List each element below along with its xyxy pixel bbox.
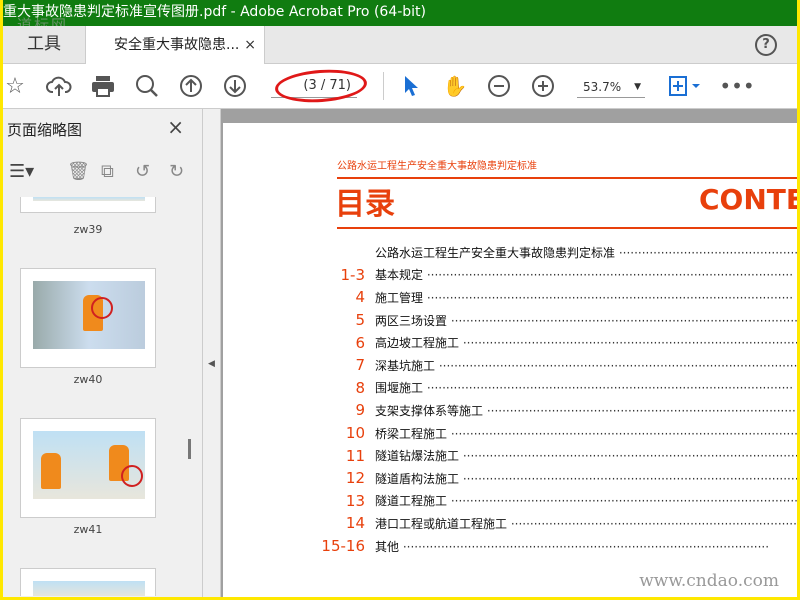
- options-menu-icon[interactable]: ☰▾: [9, 161, 34, 182]
- toc-title: 高边坡工程施工: [375, 334, 797, 351]
- toc-title: 围堰施工: [375, 379, 797, 396]
- toc-entry[interactable]: 公路水运工程生产安全重大事故隐患判定标准: [313, 241, 797, 264]
- rotate-left-icon[interactable]: ↺: [135, 161, 150, 182]
- print-icon[interactable]: [89, 72, 117, 100]
- toc-entry[interactable]: 9 支架支撑体系等施工: [313, 399, 797, 422]
- zoom-in-icon[interactable]: [529, 72, 557, 100]
- divider: [337, 177, 797, 179]
- toc-page-number: 5: [355, 311, 365, 330]
- next-page-icon[interactable]: [221, 72, 249, 100]
- extract-page-icon[interactable]: ⧉: [101, 161, 114, 182]
- tab-tools[interactable]: 工具: [3, 26, 85, 64]
- toc-page-number: 9: [355, 401, 365, 420]
- toolbar-divider: [383, 72, 384, 100]
- toc-title: 隧道盾构法施工: [375, 470, 797, 487]
- toc-title: 其他: [375, 538, 797, 555]
- toc-page-number: 6: [355, 333, 365, 352]
- toc-entry[interactable]: 1-3 基本规定: [313, 264, 797, 287]
- toc-page-number: 4: [355, 288, 365, 307]
- page-subtitle: 公路水运工程生产安全重大事故隐患判定标准: [337, 161, 537, 172]
- toc-entry[interactable]: 7 深基坑施工: [313, 354, 797, 377]
- toc-entry[interactable]: 6 高边坡工程施工: [313, 331, 797, 354]
- zoom-search-icon[interactable]: [133, 72, 161, 100]
- tab-bar: 工具 安全重大事故隐患... × ?: [3, 26, 797, 65]
- table-of-contents: 公路水运工程生产安全重大事故隐患判定标准 1-3 基本规定 4 施工管理 5 两区三场设置 6…: [313, 241, 797, 557]
- star-icon[interactable]: ☆: [3, 72, 29, 100]
- toolbar: ☆ (3 / 71) ✋ 53.7% ▼ •••: [3, 64, 797, 109]
- toc-entry[interactable]: 8 围堰施工: [313, 377, 797, 400]
- toc-page-number: 10: [345, 424, 365, 443]
- toc-title: 深基坑施工: [375, 357, 797, 374]
- close-tab-icon[interactable]: ×: [244, 26, 256, 64]
- toc-title: 公路水运工程生产安全重大事故隐患判定标准: [375, 244, 797, 261]
- toc-entry[interactable]: 4 施工管理: [313, 286, 797, 309]
- toc-title: 港口工程或航道工程施工: [375, 515, 797, 532]
- zoom-level-select[interactable]: 53.7% ▼: [577, 76, 645, 98]
- more-options-icon[interactable]: •••: [719, 72, 754, 100]
- rotate-right-icon[interactable]: ↻: [169, 161, 184, 182]
- previous-page-icon[interactable]: [177, 72, 205, 100]
- toc-entry[interactable]: 15-16 其他: [313, 535, 797, 558]
- thumbnail-zw41[interactable]: [20, 418, 156, 518]
- toc-page-number: 13: [345, 491, 365, 510]
- tab-document[interactable]: 安全重大事故隐患... ×: [85, 26, 265, 65]
- panel-title: 页面缩略图: [7, 121, 83, 139]
- select-cursor-icon[interactable]: [397, 72, 425, 100]
- title-bar: 重大事故隐患判定标准宣传图册.pdf - Adobe Acrobat Pro (…: [3, 0, 797, 26]
- panel-scrollbar[interactable]: [188, 439, 191, 459]
- thumbnail-label: zw40: [73, 373, 103, 386]
- delete-icon[interactable]: 🗑: [67, 161, 90, 182]
- toc-title: 两区三场设置: [375, 312, 797, 329]
- collapse-arrow-icon[interactable]: ◀: [208, 359, 215, 369]
- toc-page-number: 7: [355, 356, 365, 375]
- toc-page-number: 14: [345, 514, 365, 533]
- watermark-url: www.cndao.com: [639, 571, 779, 591]
- acrobat-window: 重大事故隐患判定标准宣传图册.pdf - Adobe Acrobat Pro (…: [3, 0, 797, 597]
- toc-title: 桥梁工程施工: [375, 425, 797, 442]
- toc-page-number: 11: [345, 446, 365, 465]
- help-icon[interactable]: ?: [755, 34, 777, 56]
- toc-title: 隧道钻爆法施工: [375, 447, 797, 464]
- toc-entry[interactable]: 5 两区三场设置: [313, 309, 797, 332]
- thumbnail-zw39[interactable]: [20, 197, 156, 213]
- thumbnail-label: zw41: [73, 523, 103, 536]
- toc-entry[interactable]: 12 隧道盾构法施工: [313, 467, 797, 490]
- toc-title: 施工管理: [375, 289, 797, 306]
- divider: [337, 227, 797, 229]
- toc-title: 支架支撑体系等施工: [375, 402, 797, 419]
- toc-entry[interactable]: 13 隧道工程施工: [313, 490, 797, 513]
- red-highlight-ellipse: [273, 66, 369, 106]
- toc-entry[interactable]: 14 港口工程或航道工程施工: [313, 512, 797, 535]
- thumbnail-zw42[interactable]: [20, 568, 156, 596]
- toc-title: 基本规定: [375, 266, 797, 283]
- zoom-value: 53.7%: [583, 80, 622, 94]
- thumbnail-label: zw39: [73, 223, 103, 236]
- cloud-upload-icon[interactable]: [45, 72, 73, 100]
- page-title: 目录: [335, 187, 395, 222]
- zoom-out-icon[interactable]: [485, 72, 513, 100]
- thumbnail-list: zw39 zw40 zw41: [3, 197, 188, 597]
- document-view: 公路水运工程生产安全重大事故隐患判定标准 目录 CONTE 公路水运工程生产安全…: [221, 109, 797, 597]
- toc-page-number: 1-3: [340, 265, 366, 284]
- chevron-down-icon: ▼: [634, 82, 641, 92]
- tab-document-label: 安全重大事故隐患...: [114, 37, 240, 53]
- thumbnail-zw40[interactable]: [20, 268, 156, 368]
- pdf-page: 公路水运工程生产安全重大事故隐患判定标准 目录 CONTE 公路水运工程生产安全…: [223, 123, 797, 597]
- page-title-en: CONTE: [699, 183, 797, 216]
- panel-splitter[interactable]: ◀: [203, 109, 221, 597]
- toc-title: 隧道工程施工: [375, 492, 797, 509]
- thumbnails-panel: 页面缩略图 × ☰▾ 🗑 ⧉ ↺ ↻ zw39 zw40 zw41: [3, 109, 203, 597]
- toc-entry[interactable]: 11 隧道钻爆法施工: [313, 444, 797, 467]
- hand-tool-icon[interactable]: ✋: [441, 72, 469, 100]
- toc-page-number: 15-16: [321, 537, 365, 556]
- toc-entry[interactable]: 10 桥梁工程施工: [313, 422, 797, 445]
- panel-tools: ☰▾ 🗑 ⧉ ↺ ↻: [3, 151, 203, 193]
- toc-page-number: 12: [345, 469, 365, 488]
- close-panel-icon[interactable]: ×: [167, 115, 184, 139]
- toc-page-number: 8: [355, 378, 365, 397]
- fit-page-icon[interactable]: [665, 72, 705, 100]
